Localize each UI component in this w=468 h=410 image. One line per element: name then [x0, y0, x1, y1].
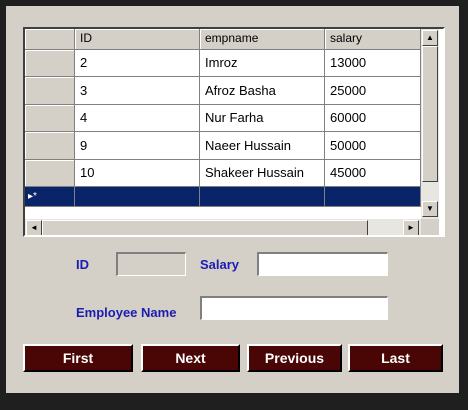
row-selector[interactable]: [25, 50, 75, 77]
last-button[interactable]: Last: [348, 344, 443, 372]
new-row-marker[interactable]: ▸*: [25, 187, 75, 207]
table-cell-id[interactable]: 3: [75, 77, 200, 105]
table-cell-salary[interactable]: 13000: [325, 50, 421, 77]
table-cell-empname[interactable]: Shakeer Hussain: [200, 160, 325, 187]
scrollbar-corner: [421, 219, 439, 235]
id-label: ID: [76, 257, 89, 272]
salary-field[interactable]: [257, 252, 388, 276]
grid-column-header-salary[interactable]: salary: [325, 29, 421, 50]
table-cell-salary[interactable]: 25000: [325, 77, 421, 105]
new-row-cell-empname[interactable]: [200, 187, 325, 207]
previous-button[interactable]: Previous: [247, 344, 342, 372]
horizontal-scroll-thumb[interactable]: [42, 220, 368, 235]
id-field[interactable]: [116, 252, 186, 276]
vertical-scroll-thumb[interactable]: [422, 46, 438, 182]
employee-name-field[interactable]: [200, 296, 388, 320]
table-cell-id[interactable]: 10: [75, 160, 200, 187]
table-cell-empname[interactable]: Nur Farha: [200, 105, 325, 132]
row-selector[interactable]: [25, 132, 75, 160]
first-button[interactable]: First: [23, 344, 133, 372]
grid-header-corner: [25, 29, 75, 50]
vertical-scrollbar[interactable]: ▲ ▼: [421, 29, 439, 219]
new-row-cell-id[interactable]: [75, 187, 200, 207]
table-cell-id[interactable]: 2: [75, 50, 200, 77]
table-cell-empname[interactable]: Naeer Hussain: [200, 132, 325, 160]
employee-form: ID empname salary 2 Imroz 13000 3 Afroz …: [6, 6, 459, 393]
next-button[interactable]: Next: [141, 344, 240, 372]
row-selector[interactable]: [25, 105, 75, 132]
row-selector[interactable]: [25, 160, 75, 187]
table-cell-salary[interactable]: 60000: [325, 105, 421, 132]
row-selector[interactable]: [25, 77, 75, 105]
scroll-left-icon[interactable]: ◄: [26, 220, 42, 235]
table-cell-empname[interactable]: Afroz Basha: [200, 77, 325, 105]
grid-column-header-id[interactable]: ID: [75, 29, 200, 50]
horizontal-scrollbar[interactable]: ◄ ►: [25, 219, 421, 235]
employee-grid[interactable]: ID empname salary 2 Imroz 13000 3 Afroz …: [23, 27, 445, 237]
table-cell-empname[interactable]: Imroz: [200, 50, 325, 77]
new-row-cell-salary[interactable]: [325, 187, 421, 207]
salary-label: Salary: [200, 257, 240, 272]
scroll-right-icon[interactable]: ►: [403, 220, 419, 235]
table-cell-salary[interactable]: 50000: [325, 132, 421, 160]
scroll-up-icon[interactable]: ▲: [422, 30, 438, 46]
grid-column-header-empname[interactable]: empname: [200, 29, 325, 50]
table-cell-id[interactable]: 9: [75, 132, 200, 160]
employee-name-label: Employee Name: [76, 305, 177, 320]
table-cell-salary[interactable]: 45000: [325, 160, 421, 187]
scroll-down-icon[interactable]: ▼: [422, 201, 438, 217]
table-cell-id[interactable]: 4: [75, 105, 200, 132]
